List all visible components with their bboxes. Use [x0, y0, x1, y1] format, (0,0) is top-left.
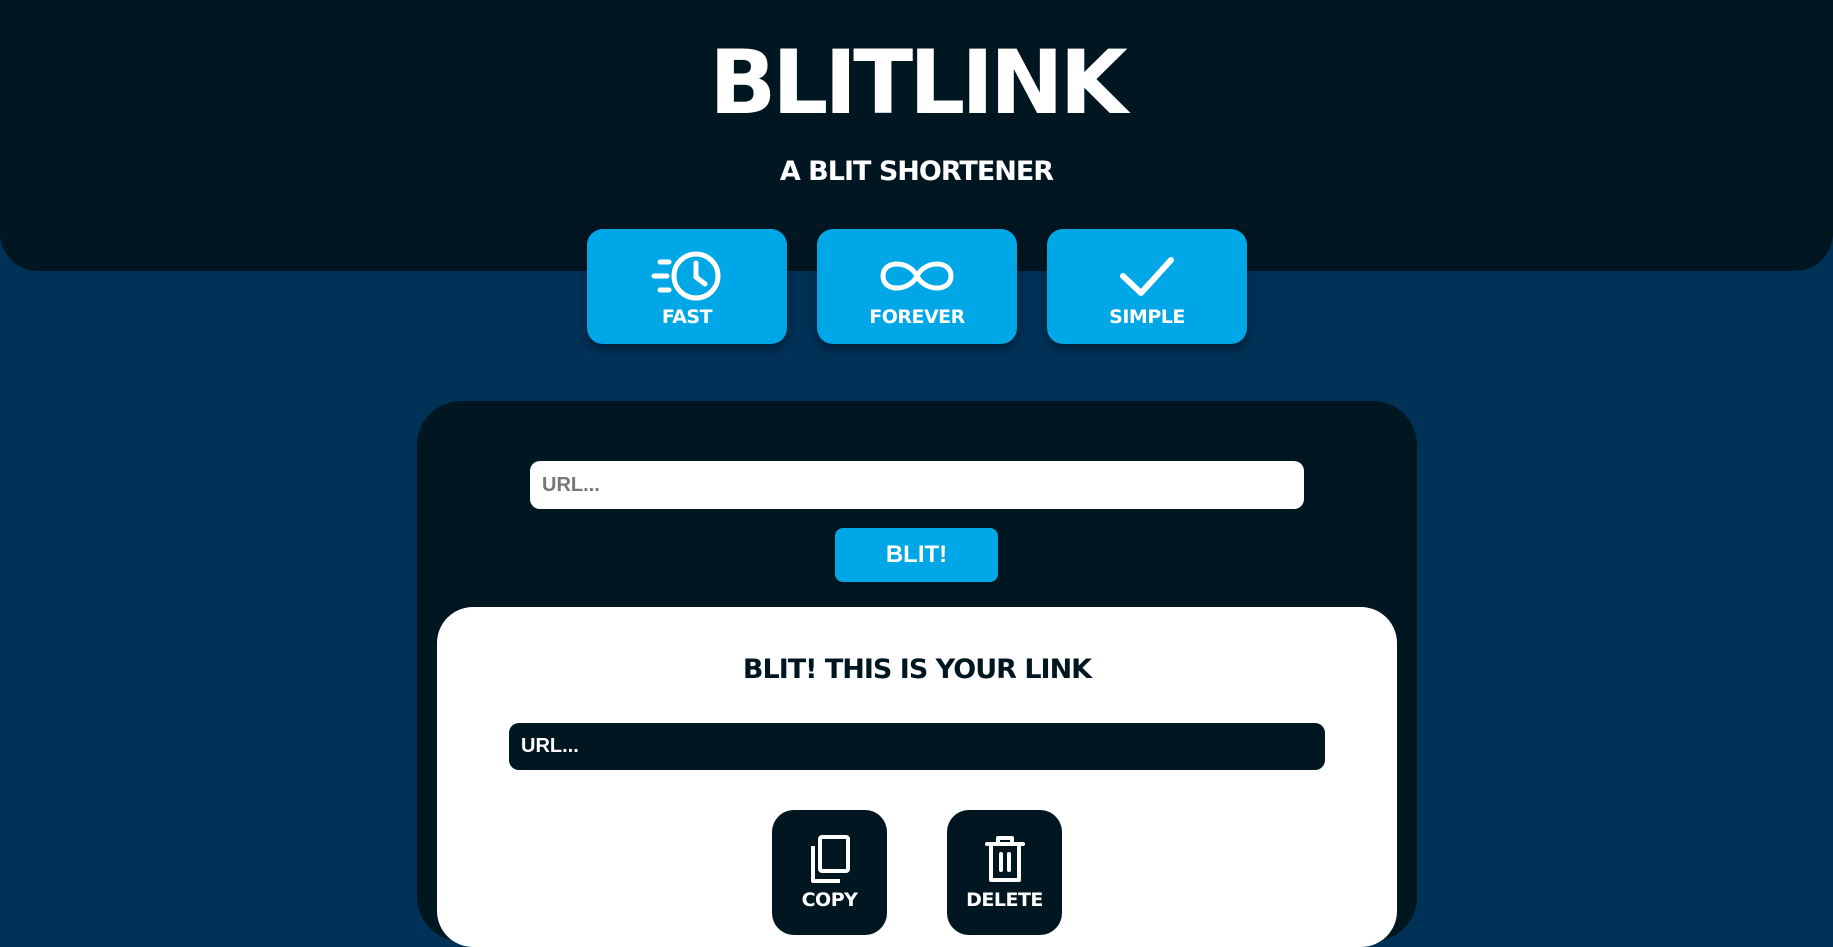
delete-label: DELETE: [966, 889, 1043, 911]
trash-icon: [981, 834, 1029, 884]
short-url-field[interactable]: URL...: [509, 723, 1325, 770]
feature-label-fast: FAST: [661, 306, 713, 328]
blit-button[interactable]: BLIT!: [835, 528, 998, 582]
feature-card-simple: SIMPLE: [1047, 229, 1247, 344]
copy-label: COPY: [801, 889, 858, 911]
short-url-text: URL...: [521, 735, 579, 757]
brand-subtitle: A BLIT SHORTENER: [779, 156, 1054, 187]
copy-icon: [806, 834, 854, 884]
url-input[interactable]: [530, 461, 1304, 509]
delete-button[interactable]: DELETE: [947, 810, 1062, 935]
feature-cards: FAST FOREVER SIMPLE: [587, 229, 1247, 344]
feature-card-fast: FAST: [587, 229, 787, 344]
feature-label-simple: SIMPLE: [1109, 306, 1185, 328]
checkmark-icon: [1109, 248, 1185, 304]
copy-button[interactable]: COPY: [772, 810, 887, 935]
feature-card-forever: FOREVER: [817, 229, 1017, 344]
result-title: BLIT! THIS IS YOUR LINK: [742, 654, 1092, 685]
fast-clock-icon: [649, 248, 725, 304]
infinity-icon: [879, 248, 955, 304]
feature-label-forever: FOREVER: [869, 306, 965, 328]
brand-title: BLITLINK: [709, 31, 1128, 134]
